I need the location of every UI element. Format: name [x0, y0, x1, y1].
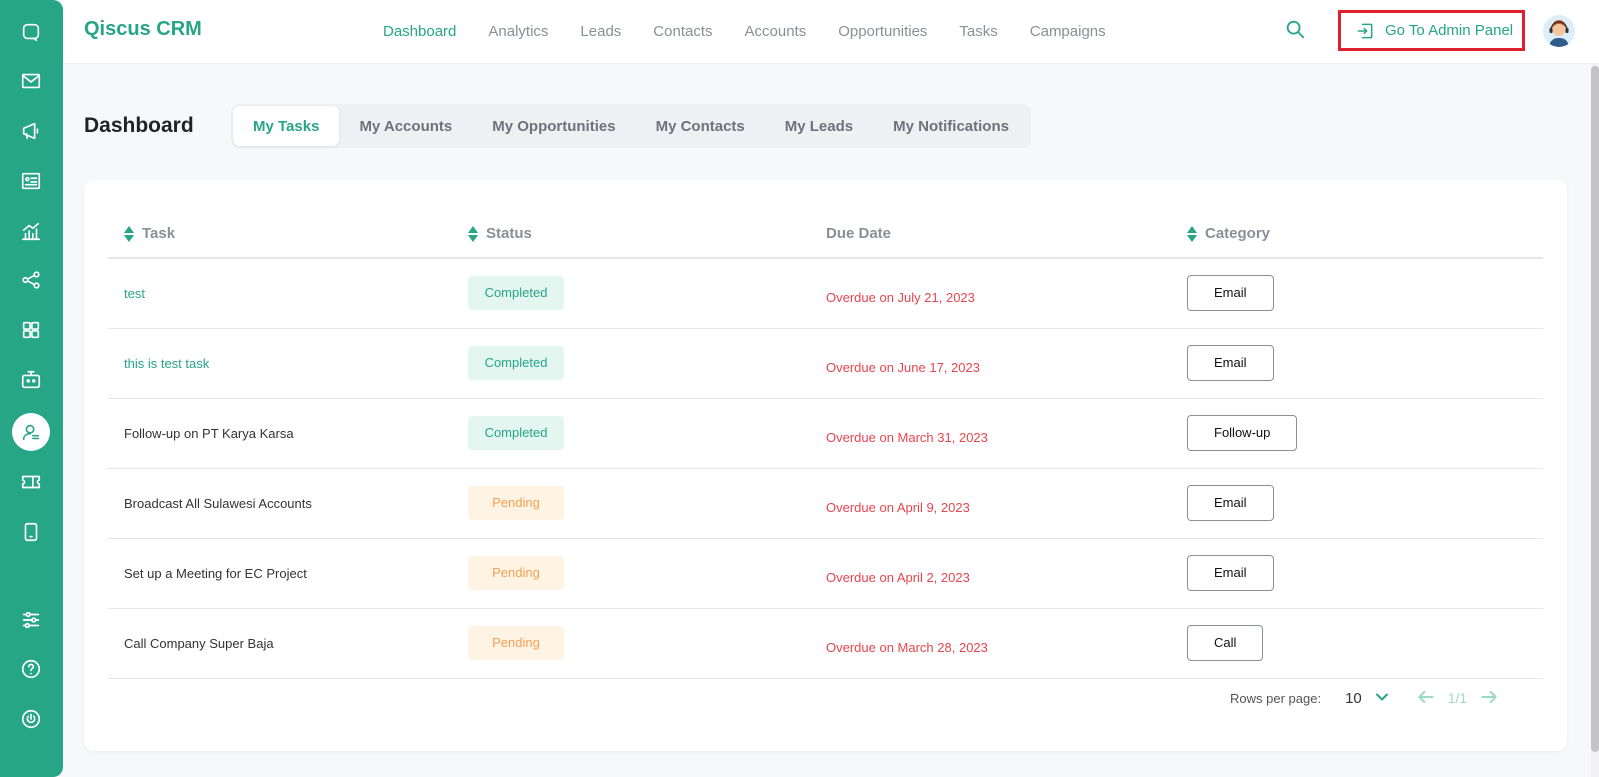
bot-icon[interactable] — [12, 361, 50, 399]
category-button[interactable]: Follow-up — [1187, 415, 1298, 451]
due-date: Overdue on July 21, 2023 — [826, 289, 975, 305]
tasks-table: Task Status Due Date Category test Compl… — [108, 210, 1543, 679]
crm-agent-icon[interactable] — [12, 413, 50, 451]
tasks-card: Task Status Due Date Category test Compl… — [84, 180, 1567, 751]
rows-per-page-label: Rows per page: — [1230, 690, 1322, 706]
task-link[interactable]: this is test task — [124, 356, 209, 371]
tab-my-accounts[interactable]: My Accounts — [339, 106, 472, 146]
megaphone-icon[interactable] — [12, 112, 50, 150]
column-header-category[interactable]: Category — [1187, 210, 1543, 259]
login-icon — [1357, 23, 1373, 38]
category-button[interactable]: Email — [1187, 555, 1274, 591]
help-icon[interactable] — [12, 650, 50, 688]
sort-icon[interactable] — [468, 226, 478, 243]
task-name: Call Company Super Baja — [124, 635, 274, 651]
nav-leads[interactable]: Leads — [580, 23, 621, 40]
task-link[interactable]: test — [124, 286, 145, 301]
table-row[interactable]: Broadcast All Sulawesi Accounts Pending … — [108, 468, 1543, 539]
arrow-left-icon[interactable] — [1416, 687, 1436, 710]
due-date: Overdue on April 9, 2023 — [826, 499, 970, 515]
page-indicator: 1/1 — [1447, 690, 1468, 706]
nav-contacts[interactable]: Contacts — [653, 23, 712, 40]
apps-icon[interactable] — [12, 311, 50, 349]
tab-my-contacts[interactable]: My Contacts — [636, 106, 765, 146]
table-row[interactable]: test Completed Overdue on July 21, 2023 … — [108, 258, 1543, 329]
due-date: Overdue on June 17, 2023 — [826, 359, 980, 375]
task-name: Follow-up on PT Karya Karsa — [124, 425, 294, 441]
dashboard-tabs: My Tasks My Accounts My Opportunities My… — [231, 104, 1031, 148]
category-button[interactable]: Email — [1187, 345, 1274, 381]
category-button[interactable]: Call — [1187, 625, 1264, 661]
chat-icon[interactable] — [12, 13, 50, 51]
table-row[interactable]: this is test task Completed Overdue on J… — [108, 328, 1543, 399]
arrow-right-icon[interactable] — [1479, 687, 1499, 710]
admin-panel-label: Go To Admin Panel — [1385, 22, 1514, 39]
status-badge: Completed — [468, 276, 564, 311]
column-header-task[interactable]: Task — [108, 210, 468, 259]
table-row[interactable]: Set up a Meeting for EC Project Pending … — [108, 538, 1543, 609]
due-date: Overdue on March 31, 2023 — [826, 429, 988, 445]
power-icon[interactable] — [12, 700, 50, 738]
id-card-icon[interactable] — [12, 162, 50, 200]
chevron-down-icon[interactable] — [1372, 687, 1392, 710]
brand-logo[interactable]: Qiscus CRM — [84, 18, 202, 41]
tab-my-notifications[interactable]: My Notifications — [873, 106, 1029, 146]
category-button[interactable]: Email — [1187, 485, 1274, 521]
page-title: Dashboard — [84, 114, 194, 137]
tab-my-leads[interactable]: My Leads — [765, 106, 873, 146]
sort-icon[interactable] — [124, 226, 134, 243]
tab-my-opportunities[interactable]: My Opportunities — [472, 106, 635, 146]
status-badge: Pending — [468, 626, 564, 660]
status-badge: Pending — [468, 486, 564, 520]
task-name: Set up a Meeting for EC Project — [124, 565, 307, 581]
status-badge: Completed — [468, 416, 564, 450]
sort-icon[interactable] — [1187, 226, 1197, 243]
go-to-admin-panel-button[interactable]: Go To Admin Panel — [1338, 10, 1525, 51]
nav-tasks[interactable]: Tasks — [959, 23, 997, 40]
nav-dashboard[interactable]: Dashboard — [383, 23, 456, 40]
nav-campaigns[interactable]: Campaigns — [1030, 23, 1106, 40]
tab-my-tasks[interactable]: My Tasks — [233, 106, 340, 146]
rows-per-page-value[interactable]: 10 — [1345, 690, 1362, 707]
due-date: Overdue on March 28, 2023 — [826, 639, 988, 655]
status-badge: Pending — [468, 556, 564, 590]
scroll-thumb[interactable] — [1591, 66, 1599, 752]
pagination: Rows per page: 10 1/1 — [1230, 683, 1499, 713]
nav-analytics[interactable]: Analytics — [488, 23, 548, 40]
ticket-icon[interactable] — [12, 463, 50, 501]
table-row[interactable]: Follow-up on PT Karya Karsa Completed Ov… — [108, 398, 1543, 469]
share-icon[interactable] — [12, 261, 50, 299]
left-rail — [0, 0, 63, 777]
table-row[interactable]: Call Company Super Baja Pending Overdue … — [108, 608, 1543, 679]
mail-icon[interactable] — [12, 62, 50, 100]
analytics-icon[interactable] — [12, 212, 50, 250]
task-name: Broadcast All Sulawesi Accounts — [124, 495, 312, 511]
due-date: Overdue on April 2, 2023 — [826, 569, 970, 585]
settings-sliders-icon[interactable] — [12, 601, 50, 639]
search-icon[interactable] — [1284, 18, 1310, 44]
avatar[interactable] — [1543, 15, 1575, 47]
status-badge: Completed — [468, 346, 564, 380]
column-header-status[interactable]: Status — [468, 210, 826, 259]
mobile-icon[interactable] — [12, 513, 50, 551]
category-button[interactable]: Email — [1187, 275, 1274, 312]
nav-opportunities[interactable]: Opportunities — [838, 23, 927, 40]
main-nav: Dashboard Analytics Leads Contacts Accou… — [383, 0, 1138, 62]
column-header-due-date: Due Date — [826, 210, 1187, 259]
top-bar: Qiscus CRM Dashboard Analytics Leads Con… — [63, 0, 1599, 64]
nav-accounts[interactable]: Accounts — [745, 23, 807, 40]
